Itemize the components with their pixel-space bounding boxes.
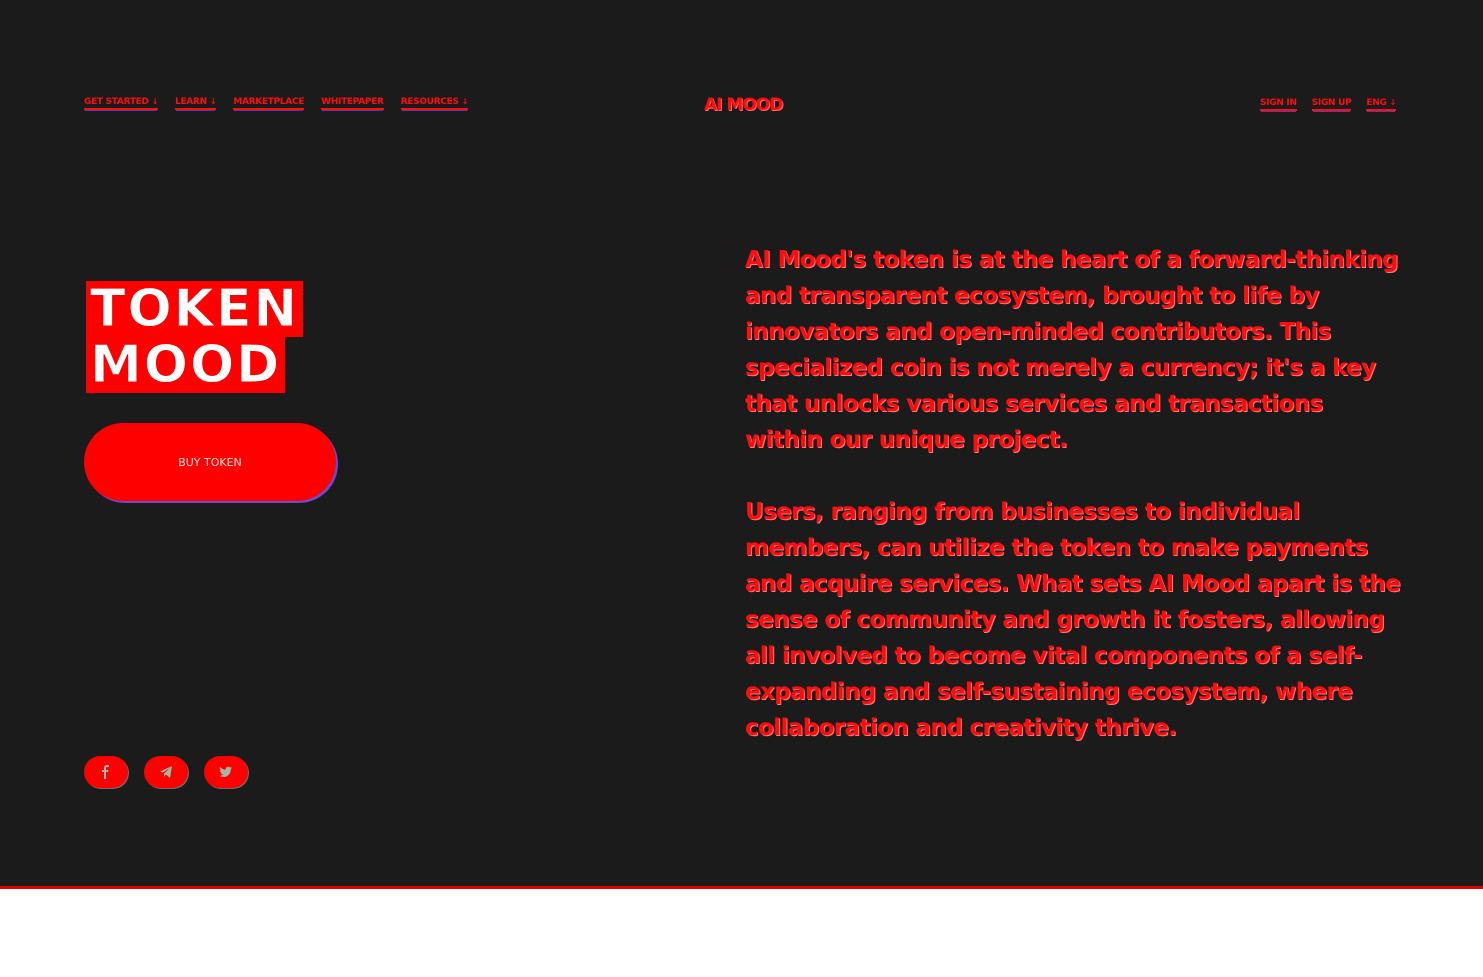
token-description: AI Mood's token is at the heart of a for…	[745, 242, 1405, 782]
telegram-icon	[160, 766, 172, 778]
primary-nav: GET STARTED ↓ LEARN ↓ MARKETPLACE WHITEPAP…	[84, 97, 468, 110]
facebook-link[interactable]	[84, 756, 128, 788]
chevron-down-icon: ↓	[209, 97, 217, 106]
nav-learn[interactable]: LEARN ↓	[175, 97, 217, 110]
nav-whitepaper[interactable]: WHITEPAPER	[321, 97, 384, 110]
facebook-icon	[102, 765, 109, 779]
page-stage: GET STARTED ↓ LEARN ↓ MARKETPLACE WHITEPAP…	[0, 0, 1483, 887]
chevron-down-icon: ↓	[1389, 98, 1397, 107]
description-paragraph-2: Users, ranging from businesses to indivi…	[745, 499, 1401, 741]
twitter-link[interactable]	[204, 756, 248, 788]
chevron-down-icon: ↓	[151, 97, 159, 106]
language-selector[interactable]: ENG ↓	[1366, 98, 1396, 111]
hero-title: TOKEN MOOD	[86, 280, 304, 393]
sign-up-link[interactable]: SIGN UP	[1311, 98, 1352, 111]
footer-divider	[0, 886, 1483, 889]
buy-token-button[interactable]: BUY TOKEN	[84, 423, 336, 501]
hero-title-line-1: TOKEN	[86, 280, 304, 337]
nav-get-started[interactable]: GET STARTED ↓	[84, 97, 158, 110]
twitter-icon	[219, 766, 232, 777]
telegram-link[interactable]	[144, 756, 188, 788]
description-paragraph-1: AI Mood's token is at the heart of a for…	[745, 247, 1398, 453]
social-links	[84, 756, 248, 788]
account-nav: SIGN IN SIGN UP ENG ↓	[1260, 98, 1396, 111]
nav-resources[interactable]: RESOURCES ↓	[400, 97, 469, 110]
site-logo[interactable]: AI MOOD	[704, 95, 783, 115]
nav-marketplace[interactable]: MARKETPLACE	[233, 97, 304, 110]
chevron-down-icon: ↓	[461, 97, 469, 106]
sign-in-link[interactable]: SIGN IN	[1260, 98, 1297, 111]
hero-title-line-2: MOOD	[86, 336, 286, 393]
